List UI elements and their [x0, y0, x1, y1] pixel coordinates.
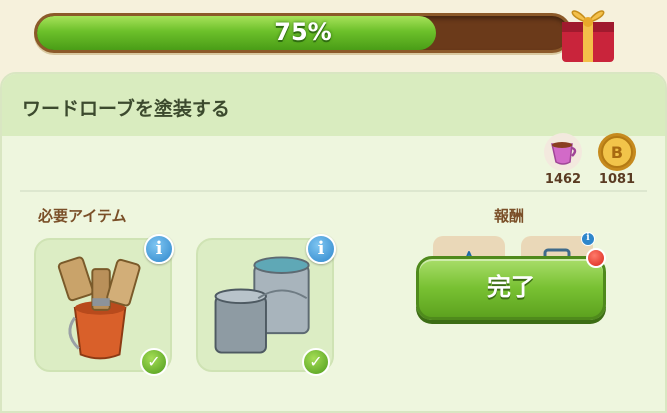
progress-percent: 75%: [274, 18, 332, 46]
task-progress-bar: 75%: [34, 13, 572, 53]
panel-header: ワードローブを塗装する: [2, 74, 665, 136]
item-check-icon: ✓: [302, 348, 330, 376]
gift-box-icon[interactable]: [554, 0, 622, 66]
currency-coins: B 1081: [593, 132, 641, 187]
required-item-card[interactable]: i ✓: [196, 234, 336, 376]
coin-icon: B: [598, 133, 636, 171]
task-panel: ワードローブを塗装する 1462 B 1081 必要アイテム i ✓ i ✓ 報…: [0, 72, 667, 413]
rewards-label: 報酬: [494, 207, 525, 225]
item-info-button[interactable]: i: [144, 234, 174, 264]
coins-count: 1081: [598, 172, 636, 187]
complete-button[interactable]: 完了: [416, 256, 606, 320]
required-item-card[interactable]: i ✓: [34, 234, 174, 376]
divider: [20, 190, 647, 192]
item-info-button[interactable]: i: [306, 234, 336, 264]
task-title: ワードローブを塗装する: [22, 98, 230, 120]
notification-dot: [586, 248, 606, 268]
coffee-cup-icon: [544, 133, 582, 171]
item-check-icon: ✓: [140, 348, 168, 376]
currency-cups: 1462: [539, 132, 587, 187]
reward-info-button[interactable]: i: [581, 232, 595, 246]
cups-count: 1462: [544, 172, 582, 187]
required-items-label: 必要アイテム: [38, 207, 127, 225]
svg-text:B: B: [611, 143, 623, 162]
